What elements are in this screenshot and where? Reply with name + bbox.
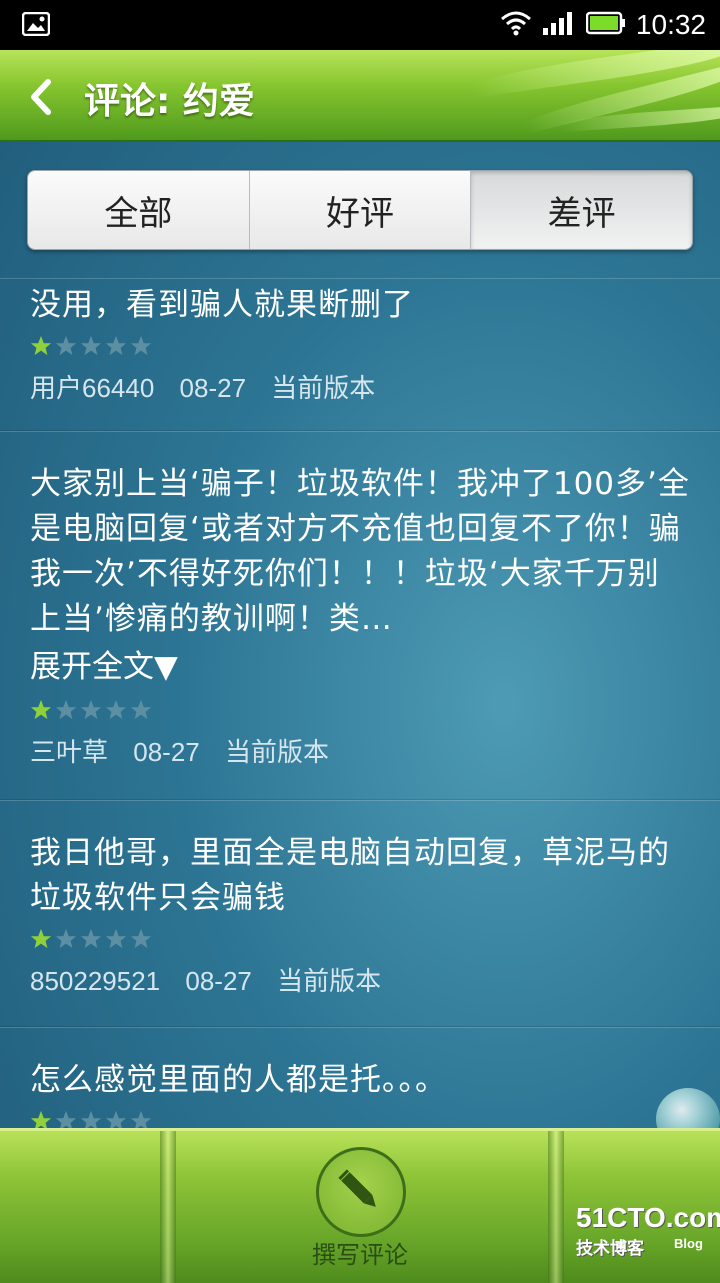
star-rating [30, 1109, 690, 1128]
star-icon [80, 928, 102, 949]
list-item: 大家别上当‘骗子！垃圾软件！我冲了100多’全是电脑回复‘或者对方不充值也回复不… [0, 431, 720, 800]
signal-icon [542, 10, 576, 40]
review-date: 08-27 [185, 966, 252, 996]
star-rating [30, 927, 690, 951]
write-review-label[interactable]: 撰写评论 [300, 1235, 420, 1270]
watermark-blog: Blog [674, 1236, 703, 1251]
star-icon [130, 1110, 152, 1128]
review-user: 用户66440 [30, 373, 155, 403]
watermark-main: 51CTO.com [576, 1202, 720, 1233]
star-icon [80, 1110, 102, 1128]
review-list[interactable]: 没用，看到骗人就果断删了 用户66440 08-27 当前版本 大家别上当‘骗子… [0, 278, 720, 1128]
star-icon [80, 335, 102, 356]
review-date: 08-27 [133, 737, 200, 767]
tab-all[interactable]: 全部 [28, 171, 250, 249]
review-text: 怎么感觉里面的人都是托。。。 [30, 1062, 447, 1098]
back-button[interactable] [20, 72, 70, 122]
title-bar: 评论: 约爱 [0, 50, 720, 142]
review-date: 08-27 [179, 373, 247, 403]
tab-positive[interactable]: 好评 [249, 171, 472, 249]
star-icon [55, 335, 77, 356]
review-filter-tabs: 全部 好评 差评 [27, 170, 693, 250]
review-version: 当前版本 [277, 966, 382, 996]
star-icon [130, 699, 152, 720]
bamboo-node-decoration [548, 1131, 564, 1283]
expand-full-text-link[interactable]: 展开全文▼ [30, 642, 690, 692]
star-icon [30, 928, 52, 949]
star-icon [105, 699, 127, 720]
review-text: 大家别上当‘骗子！垃圾软件！我冲了100多’全是电脑回复‘或者对方不充值也回复不… [30, 466, 690, 637]
review-version: 当前版本 [271, 373, 376, 403]
list-item: 怎么感觉里面的人都是托。。。 [0, 1027, 720, 1128]
review-meta: 850229521 08-27 当前版本 [30, 961, 690, 998]
back-arrow-icon [31, 79, 51, 115]
star-icon [130, 928, 152, 949]
star-icon [55, 928, 77, 949]
review-meta: 用户66440 08-27 当前版本 [30, 368, 690, 405]
status-bar: 10:32 [0, 0, 720, 50]
star-icon [55, 1110, 77, 1128]
star-icon [30, 699, 52, 720]
star-icon [130, 335, 152, 356]
clock: 10:32 [635, 9, 706, 40]
write-review-button[interactable] [316, 1147, 406, 1237]
star-icon [30, 1110, 52, 1128]
star-icon [80, 699, 102, 720]
tab-negative[interactable]: 差评 [471, 171, 692, 249]
star-icon [105, 335, 127, 356]
image-notification-icon [21, 11, 51, 40]
watermark: 51CTO.com 技术博客 Blog [576, 1202, 720, 1259]
review-meta: 三叶草 08-27 当前版本 [30, 732, 690, 769]
review-user: 三叶草 [30, 737, 109, 767]
list-item: 没用，看到骗人就果断删了 用户66440 08-27 当前版本 [0, 278, 720, 431]
star-icon [105, 928, 127, 949]
review-version: 当前版本 [224, 737, 329, 767]
bamboo-node-decoration [160, 1131, 176, 1283]
star-icon [55, 699, 77, 720]
battery-icon [585, 11, 626, 39]
review-user: 850229521 [30, 966, 161, 996]
review-text: 没用，看到骗人就果断删了 [30, 287, 414, 323]
star-rating [30, 334, 690, 358]
review-text: 我日他哥，里面全是电脑自动回复，草泥马的垃圾软件只会骗钱 [30, 835, 670, 916]
star-rating [30, 698, 690, 722]
pencil-icon [338, 1169, 376, 1207]
page-title: 评论: 约爱 [84, 81, 255, 122]
star-icon [30, 335, 52, 356]
wifi-icon [500, 10, 532, 40]
star-icon [105, 1110, 127, 1128]
list-item: 我日他哥，里面全是电脑自动回复，草泥马的垃圾软件只会骗钱 850229521 0… [0, 800, 720, 1027]
